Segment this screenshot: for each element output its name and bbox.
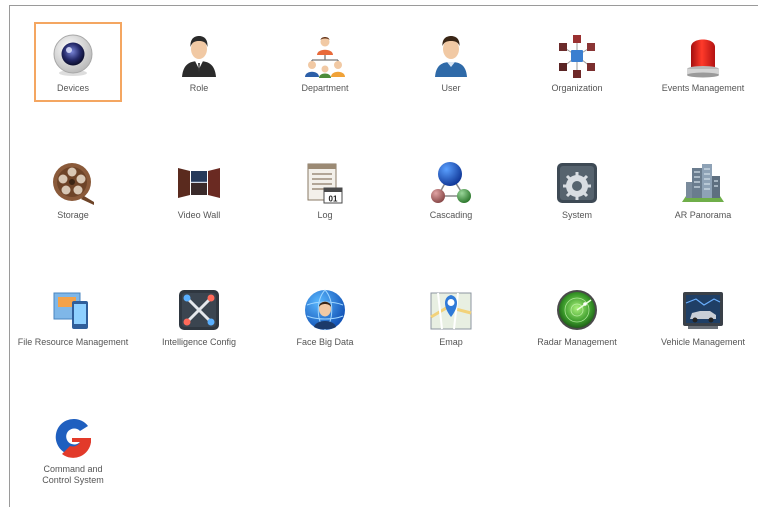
radar-icon <box>554 287 600 333</box>
tile-role[interactable]: Role <box>136 6 262 126</box>
tile-label: Storage <box>57 210 89 220</box>
tile-label: Organization <box>551 83 603 93</box>
tile-command-and-control-system[interactable]: Command and Control System <box>10 387 136 507</box>
tile-label: AR Panorama <box>674 210 732 220</box>
tile-storage[interactable]: Storage <box>10 133 136 253</box>
tile-label: Cascading <box>429 210 473 220</box>
intelligence-config-icon <box>176 287 222 333</box>
tile-label: Vehicle Management <box>660 337 746 347</box>
user-icon <box>428 33 474 79</box>
tile-cascading[interactable]: Cascading <box>388 133 514 253</box>
tile-video-wall[interactable]: Video Wall <box>136 133 262 253</box>
city-buildings-icon <box>680 160 726 206</box>
tile-user[interactable]: User <box>388 6 514 126</box>
command-control-logo-icon <box>50 414 96 460</box>
tile-label: User <box>441 83 461 93</box>
face-globe-icon <box>302 287 348 333</box>
file-resource-icon <box>50 287 96 333</box>
log-calendar-icon: 01 <box>302 160 348 206</box>
svg-text:01: 01 <box>329 195 338 204</box>
tile-ar-panorama[interactable]: AR Panorama <box>640 133 758 253</box>
tile-label: Role <box>189 83 209 93</box>
tile-label: Department <box>301 83 349 93</box>
tile-label: Devices <box>56 83 89 93</box>
film-reel-icon <box>50 160 96 206</box>
tile-label: Command and Control System <box>42 464 104 485</box>
tile-label: Log <box>317 210 333 220</box>
tile-label: File Resource Management <box>17 337 129 347</box>
tile-intelligence-config[interactable]: Intelligence Config <box>136 260 262 380</box>
tile-emap[interactable]: Emap <box>388 260 514 380</box>
tile-file-resource-management[interactable]: File Resource Management <box>10 260 136 380</box>
tile-label: Emap <box>439 337 463 347</box>
businessman-icon <box>176 33 222 79</box>
tile-vehicle-management[interactable]: Vehicle Management <box>640 260 758 380</box>
system-gear-icon <box>554 160 600 206</box>
org-people-icon <box>302 33 348 79</box>
cascading-nodes-icon <box>428 160 474 206</box>
tile-label: Video Wall <box>177 210 221 220</box>
tile-label: System <box>561 210 592 220</box>
camera-lens-icon <box>50 33 96 79</box>
tile-label: Events Management <box>661 83 745 93</box>
tile-department[interactable]: Department <box>262 6 388 126</box>
tile-label: Intelligence Config <box>161 337 237 347</box>
red-alarm-light-icon <box>680 33 726 79</box>
tile-organization[interactable]: Organization <box>514 6 640 126</box>
tile-devices[interactable]: Devices <box>10 6 136 126</box>
map-pin-icon <box>428 287 474 333</box>
tile-label: Radar Management <box>537 337 617 347</box>
tile-events-management[interactable]: Events Management <box>640 6 758 126</box>
tile-system[interactable]: System <box>514 133 640 253</box>
cubes-network-icon <box>554 33 600 79</box>
tile-log[interactable]: 01 Log <box>262 133 388 253</box>
tile-label: Face Big Data <box>296 337 354 347</box>
video-wall-icon <box>176 160 222 206</box>
tile-face-big-data[interactable]: Face Big Data <box>262 260 388 380</box>
tile-radar-management[interactable]: Radar Management <box>514 260 640 380</box>
vehicle-screen-icon <box>680 287 726 333</box>
